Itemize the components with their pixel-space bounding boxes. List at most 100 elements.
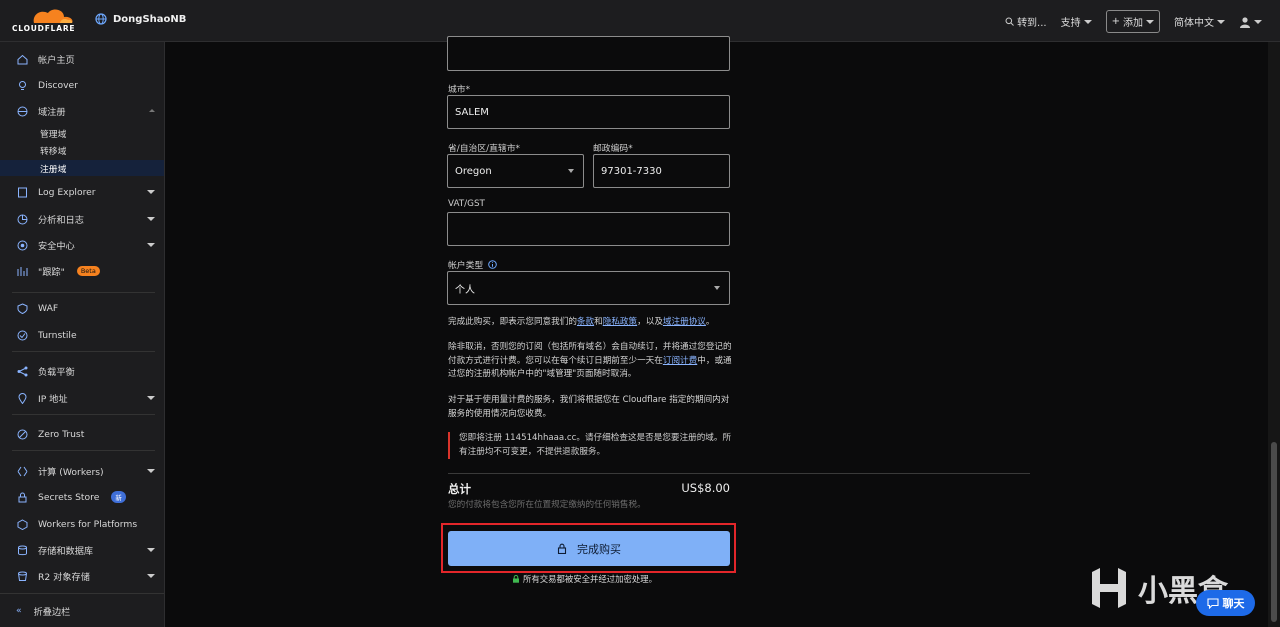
goto-button[interactable]: 转到... xyxy=(1005,14,1047,29)
sidebar-item-discover[interactable]: Discover xyxy=(0,74,164,96)
sidebar-item-workers-for-platforms[interactable]: Workers for Platforms xyxy=(0,513,164,535)
sidebar-item-home[interactable]: 帐户主页 xyxy=(0,48,164,70)
location-pin-icon xyxy=(16,392,28,404)
divider xyxy=(448,473,1030,474)
top-nav: 转到... 支持 + 添加 简体中文 xyxy=(1005,10,1262,33)
cloudflare-logo[interactable]: CLOUDFLARE xyxy=(12,7,82,33)
chevron-down-icon xyxy=(1146,19,1154,24)
sidebar-divider xyxy=(12,292,155,293)
sidebar-item-storage-db[interactable]: 存储和数据库 xyxy=(0,539,164,561)
home-icon xyxy=(16,53,28,65)
lock-icon xyxy=(16,491,28,503)
double-chevron-left-icon: « xyxy=(16,605,22,616)
account-type-select[interactable]: 个人 xyxy=(447,271,730,305)
registration-warning: 您即将注册 114514hhaaa.cc。请仔细检查这是否是您要注册的域。所有注… xyxy=(448,432,738,459)
database-icon xyxy=(16,544,28,556)
user-menu[interactable] xyxy=(1239,16,1262,28)
sidebar-item-trace[interactable]: "跟踪" Beta xyxy=(0,260,164,282)
terms-link[interactable]: 条款 xyxy=(577,317,594,327)
subscription-billing-link[interactable]: 订阅计费 xyxy=(663,356,697,366)
sidebar-item-domain-registration[interactable]: 域注册 xyxy=(0,100,164,122)
registration-agreement-link[interactable]: 域注册协议 xyxy=(663,317,706,327)
sidebar-item-secrets-store[interactable]: Secrets Store 新 xyxy=(0,486,164,508)
sidebar: 帐户主页 Discover 域注册 管理域 转移域 注册域 Log Explor… xyxy=(0,42,165,627)
complete-purchase-button[interactable]: 完成购买 xyxy=(448,531,730,566)
info-icon[interactable] xyxy=(488,260,498,269)
bulb-icon xyxy=(16,79,28,91)
plus-icon: + xyxy=(1111,16,1120,27)
chevron-down-icon xyxy=(568,169,574,173)
sidebar-item-waf[interactable]: WAF xyxy=(0,297,164,319)
new-badge: 新 xyxy=(111,491,126,503)
state-select[interactable]: Oregon xyxy=(447,154,584,188)
sidebar-item-zero-trust[interactable]: Zero Trust xyxy=(0,423,164,445)
account-switcher[interactable]: DongShaoNB xyxy=(95,13,186,25)
chat-button[interactable]: 聊天 xyxy=(1196,590,1255,616)
sidebar-item-turnstile[interactable]: Turnstile xyxy=(0,324,164,346)
scrollbar-thumb[interactable] xyxy=(1271,442,1277,622)
chevron-down-icon xyxy=(147,190,155,194)
workers-icon xyxy=(16,465,28,477)
renewal-text: 除非取消，否则您的订阅（包括所有域名）会自动续订，并将通过您登记的付款方式进行计… xyxy=(448,342,732,379)
collapse-sidebar-button[interactable]: « 折叠边栏 xyxy=(0,593,164,627)
postal-label: 邮政编码* xyxy=(593,144,633,154)
tax-note: 您的付款将包含您所在位置规定缴纳的任何销售税。 xyxy=(448,500,646,510)
account-name: DongShaoNB xyxy=(113,13,187,25)
zero-trust-icon xyxy=(16,428,28,440)
cloud-logo-icon xyxy=(33,9,73,23)
sidebar-item-compute[interactable]: 计算 (Workers) xyxy=(0,460,164,482)
globe-icon xyxy=(16,105,28,117)
sidebar-item-manage-domains[interactable]: 管理域 xyxy=(0,125,164,141)
pie-chart-icon xyxy=(16,213,28,225)
chevron-down-icon xyxy=(147,396,155,400)
sidebar-item-log-explorer[interactable]: Log Explorer xyxy=(0,181,164,203)
chevron-up-icon xyxy=(149,109,155,112)
total-label: 总计 xyxy=(448,482,471,496)
cube-icon xyxy=(16,518,28,530)
account-type-label: 帐户类型 xyxy=(448,258,498,271)
heybox-logo-icon xyxy=(1092,568,1126,608)
chevron-down-icon xyxy=(147,548,155,552)
sidebar-item-load-balancing[interactable]: 负载平衡 xyxy=(0,360,164,382)
chevron-down-icon xyxy=(1083,19,1092,24)
chevron-down-icon xyxy=(714,286,720,290)
sidebar-divider xyxy=(12,351,155,352)
trace-icon xyxy=(16,265,28,277)
sidebar-item-analytics[interactable]: 分析和日志 xyxy=(0,208,164,230)
sidebar-item-transfer-domains[interactable]: 转移域 xyxy=(0,142,164,158)
terms-text: 完成此购买，即表示您同意我们的条款和隐私政策，以及域注册协议。 xyxy=(448,317,715,327)
scrollbar[interactable] xyxy=(1268,42,1280,627)
sidebar-divider xyxy=(12,450,155,451)
shield-icon xyxy=(16,302,28,314)
sidebar-item-r2[interactable]: R2 对象存储 xyxy=(0,565,164,587)
chat-bubble-icon xyxy=(1206,597,1219,609)
bucket-icon xyxy=(16,570,28,582)
address-field[interactable] xyxy=(447,36,730,71)
lock-icon xyxy=(557,543,567,554)
chevron-down-icon xyxy=(147,217,155,221)
privacy-link[interactable]: 隐私政策 xyxy=(603,317,637,327)
chevron-down-icon xyxy=(147,574,155,578)
sidebar-item-ip-address[interactable]: IP 地址 xyxy=(0,387,164,409)
city-label: 城市* xyxy=(448,85,470,95)
search-icon xyxy=(1005,17,1014,26)
city-field[interactable]: SALEM xyxy=(447,95,730,129)
turnstile-icon xyxy=(16,329,28,341)
support-menu[interactable]: 支持 xyxy=(1061,14,1092,29)
total-value: US$8.00 xyxy=(681,481,730,495)
load-balancer-icon xyxy=(16,365,28,377)
target-icon xyxy=(16,239,28,251)
sidebar-divider xyxy=(12,414,155,415)
language-menu[interactable]: 简体中文 xyxy=(1174,14,1225,29)
vat-field[interactable] xyxy=(447,212,730,246)
sidebar-item-security-center[interactable]: 安全中心 xyxy=(0,234,164,256)
chevron-down-icon xyxy=(147,469,155,473)
vat-label: VAT/GST xyxy=(448,199,485,209)
chevron-down-icon xyxy=(1217,19,1225,24)
sidebar-item-register-domains[interactable]: 注册域 xyxy=(0,160,164,176)
postal-field[interactable]: 97301-7330 xyxy=(593,154,730,188)
add-button[interactable]: + 添加 xyxy=(1105,10,1160,33)
chevron-down-icon xyxy=(147,243,155,247)
secure-note: 所有交易都被安全并经过加密处理。 xyxy=(512,573,657,585)
chevron-down-icon xyxy=(1254,19,1262,24)
